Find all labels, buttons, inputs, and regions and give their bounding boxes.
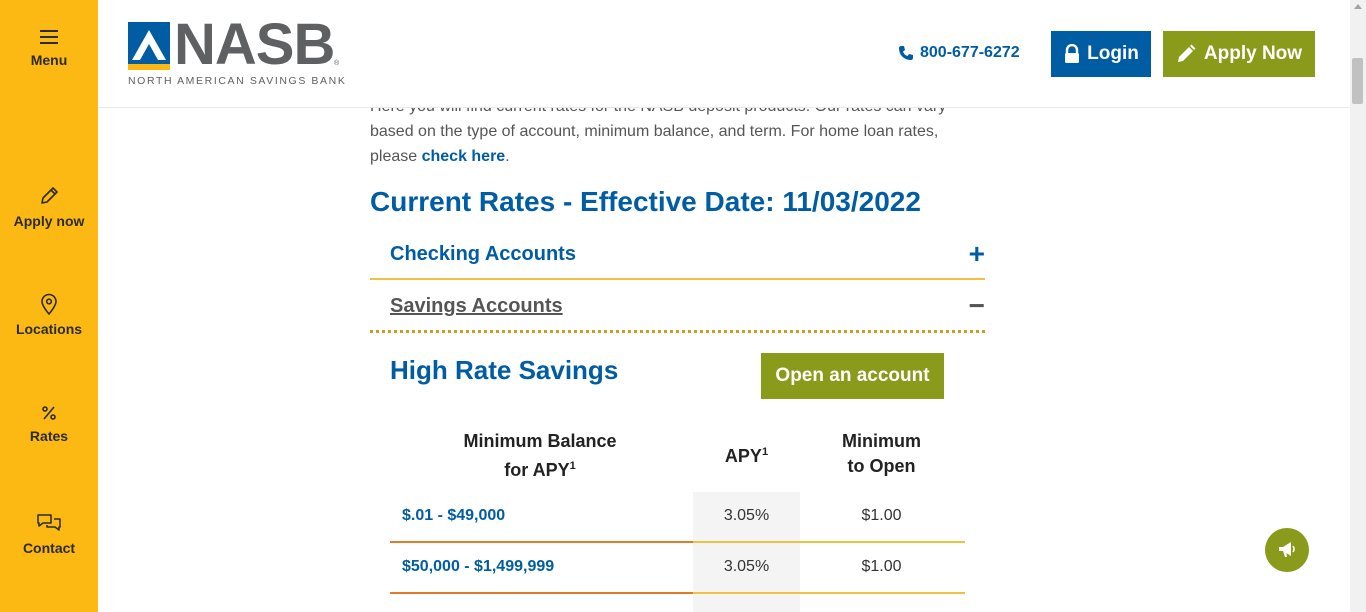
sidebar-item-contact[interactable]: Contact bbox=[0, 512, 98, 556]
header-line: for APY1 bbox=[440, 454, 640, 483]
sidebar-item-menu[interactable]: Menu bbox=[0, 28, 98, 68]
intro-line: please check here. bbox=[370, 144, 970, 169]
minus-icon: − bbox=[968, 290, 985, 321]
header-line: Minimum bbox=[842, 431, 921, 451]
megaphone-icon bbox=[1279, 542, 1295, 557]
sidebar-item-locations[interactable]: Locations bbox=[0, 293, 98, 337]
header-text: APY bbox=[724, 446, 762, 466]
phone-icon bbox=[899, 46, 913, 60]
chat-bubbles-icon bbox=[37, 514, 61, 531]
sidebar-item-label: Apply now bbox=[13, 213, 85, 229]
accordion-checking-accounts[interactable]: Checking Accounts + bbox=[370, 230, 985, 280]
table-header-min-open: Minimum to Open bbox=[810, 429, 953, 479]
scroll-up-arrow-icon[interactable] bbox=[1354, 4, 1362, 9]
header-line: Minimum Balance bbox=[463, 431, 617, 451]
map-pin-icon bbox=[41, 293, 57, 315]
sidebar-item-label: Contact bbox=[22, 540, 76, 556]
sidebar-item-rates[interactable]: Rates bbox=[0, 404, 98, 444]
login-button[interactable]: Login bbox=[1051, 31, 1151, 77]
logo-tagline: NORTH AMERICAN SAVINGS BANK bbox=[128, 75, 347, 87]
row-balance: $.01 - $49,000 bbox=[402, 507, 506, 524]
row-divider bbox=[693, 541, 965, 543]
phone-number: 800-677-6272 bbox=[920, 44, 1020, 61]
percent-icon bbox=[42, 406, 56, 420]
home-loan-rates-link[interactable]: check here bbox=[422, 148, 506, 165]
footnote-marker: 1 bbox=[569, 460, 576, 472]
accordion-label: Savings Accounts bbox=[390, 295, 563, 317]
nasb-logo[interactable]: NASB ® NORTH AMERICAN SAVINGS BANK bbox=[128, 12, 347, 90]
sidebar: Menu Apply now Locations Rates Contact bbox=[0, 0, 98, 612]
site-header: NASB ® NORTH AMERICAN SAVINGS BANK 800-6… bbox=[98, 0, 1350, 108]
feedback-button[interactable] bbox=[1265, 528, 1309, 572]
row-divider bbox=[390, 592, 693, 594]
sidebar-item-label: Rates bbox=[29, 428, 69, 444]
page-scrollbar[interactable] bbox=[1350, 0, 1366, 612]
row-divider bbox=[693, 592, 965, 594]
logo-registered-mark: ® bbox=[334, 60, 340, 67]
table-header-min-balance: Minimum Balance for APY1 bbox=[440, 429, 640, 483]
section-title: High Rate Savings bbox=[390, 355, 619, 385]
hamburger-icon bbox=[40, 30, 58, 44]
intro-line-suffix: . bbox=[505, 148, 510, 165]
row-min-open: $1.00 bbox=[861, 507, 902, 524]
scrollbar-thumb[interactable] bbox=[1352, 58, 1363, 104]
row-apy: 3.05% bbox=[723, 507, 770, 524]
row-divider bbox=[390, 541, 693, 543]
sidebar-item-label: Locations bbox=[15, 321, 83, 337]
plus-icon: + bbox=[968, 238, 985, 269]
header-line: to Open bbox=[847, 456, 916, 476]
lock-icon bbox=[1065, 44, 1080, 63]
accordion-savings-accounts[interactable]: Savings Accounts − bbox=[370, 282, 985, 333]
logo-wordmark: NASB bbox=[174, 12, 335, 77]
login-label: Login bbox=[1087, 43, 1139, 64]
logo-mark-icon bbox=[128, 22, 170, 70]
apply-now-label: Apply Now bbox=[1203, 43, 1303, 64]
row-balance: $50,000 - $1,499,999 bbox=[402, 558, 555, 575]
sidebar-item-label: Menu bbox=[30, 52, 68, 68]
open-account-button[interactable]: Open an account bbox=[761, 353, 944, 399]
pencil-icon bbox=[1177, 44, 1196, 62]
table-header-apy: APY1 bbox=[693, 440, 800, 469]
pencil-icon bbox=[41, 187, 58, 204]
header-text: for APY bbox=[504, 460, 570, 480]
footnote-marker: 1 bbox=[761, 446, 769, 458]
sidebar-item-apply-now[interactable]: Apply now bbox=[0, 185, 98, 229]
phone-link[interactable]: 800-677-6272 bbox=[898, 44, 1020, 62]
accordion-label: Checking Accounts bbox=[390, 243, 576, 265]
row-min-open: $1.00 bbox=[861, 558, 902, 575]
intro-line: based on the type of account, minimum ba… bbox=[370, 123, 939, 140]
row-apy: 3.05% bbox=[723, 558, 770, 575]
intro-line-prefix: please bbox=[370, 148, 422, 165]
apply-now-button[interactable]: Apply Now bbox=[1163, 31, 1315, 77]
page-title: Current Rates - Effective Date: 11/03/20… bbox=[370, 186, 921, 217]
